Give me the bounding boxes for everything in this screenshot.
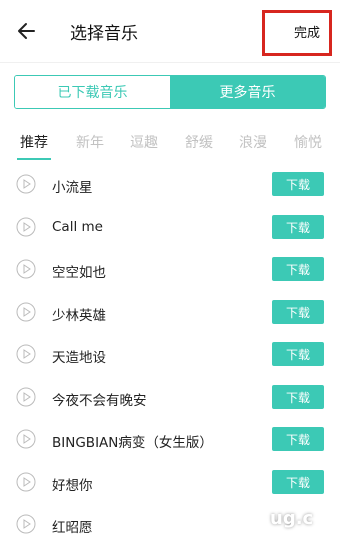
tab-funny[interactable]: 逗趣	[130, 132, 158, 152]
song-title: 空空如也	[52, 265, 106, 281]
download-button[interactable]: 下载	[272, 300, 324, 324]
song-title: 少林英雄	[52, 308, 106, 324]
back-arrow-icon[interactable]	[14, 18, 40, 44]
download-button[interactable]: 下载	[272, 172, 324, 196]
tab-recommend[interactable]: 推荐	[20, 132, 48, 152]
song-title: Call me	[52, 219, 103, 235]
song-title: BINGBIAN病变（女生版）	[52, 435, 213, 451]
play-icon[interactable]	[16, 429, 36, 449]
list-item: 少林英雄 下载	[0, 292, 340, 334]
watermark: ug.c	[270, 508, 314, 529]
song-title: 天造地设	[52, 350, 106, 366]
download-button[interactable]: 下载	[272, 257, 324, 281]
list-item: 今夜不会有晚安 下载	[0, 377, 340, 419]
list-item: 空空如也 下载	[0, 249, 340, 291]
list-item: Call me 下载	[0, 207, 340, 249]
song-title: 好想你	[52, 478, 93, 494]
play-icon[interactable]	[16, 302, 36, 322]
list-item: 天造地设 下载	[0, 334, 340, 376]
download-button[interactable]: 下载	[272, 215, 324, 239]
category-tabs: 推荐 新年 逗趣 舒缓 浪漫 愉悦	[0, 132, 340, 160]
download-button[interactable]: 下载	[272, 427, 324, 451]
download-button[interactable]: 下载	[272, 470, 324, 494]
play-icon[interactable]	[16, 344, 36, 364]
list-item: 小流星 下载	[0, 164, 340, 206]
play-icon[interactable]	[16, 259, 36, 279]
play-icon[interactable]	[16, 472, 36, 492]
song-title: 今夜不会有晚安	[52, 393, 147, 409]
play-icon[interactable]	[16, 387, 36, 407]
song-title: 小流星	[52, 180, 93, 196]
play-icon[interactable]	[16, 514, 36, 534]
play-icon[interactable]	[16, 174, 36, 194]
download-button[interactable]: 下载	[272, 385, 324, 409]
tab-new-year[interactable]: 新年	[76, 132, 104, 152]
download-button[interactable]: 下载	[272, 342, 324, 366]
downloaded-music-tab[interactable]: 已下载音乐	[15, 76, 170, 108]
list-item: 好想你 下载	[0, 462, 340, 504]
tab-selected-indicator	[17, 158, 51, 160]
song-title: 红昭愿	[52, 520, 93, 536]
more-music-tab[interactable]: 更多音乐	[170, 76, 325, 108]
top-bar: 选择音乐 完成	[0, 0, 340, 62]
list-item: BINGBIAN病变（女生版） 下载	[0, 419, 340, 461]
tab-soothing[interactable]: 舒缓	[185, 132, 213, 152]
header-divider	[0, 62, 340, 63]
done-button[interactable]: 完成	[294, 22, 320, 41]
tab-romantic[interactable]: 浪漫	[239, 132, 267, 152]
music-source-toggle: 已下载音乐 更多音乐	[14, 75, 326, 109]
play-icon[interactable]	[16, 217, 36, 237]
page-title: 选择音乐	[70, 24, 138, 44]
tab-joyful[interactable]: 愉悦	[294, 132, 322, 152]
